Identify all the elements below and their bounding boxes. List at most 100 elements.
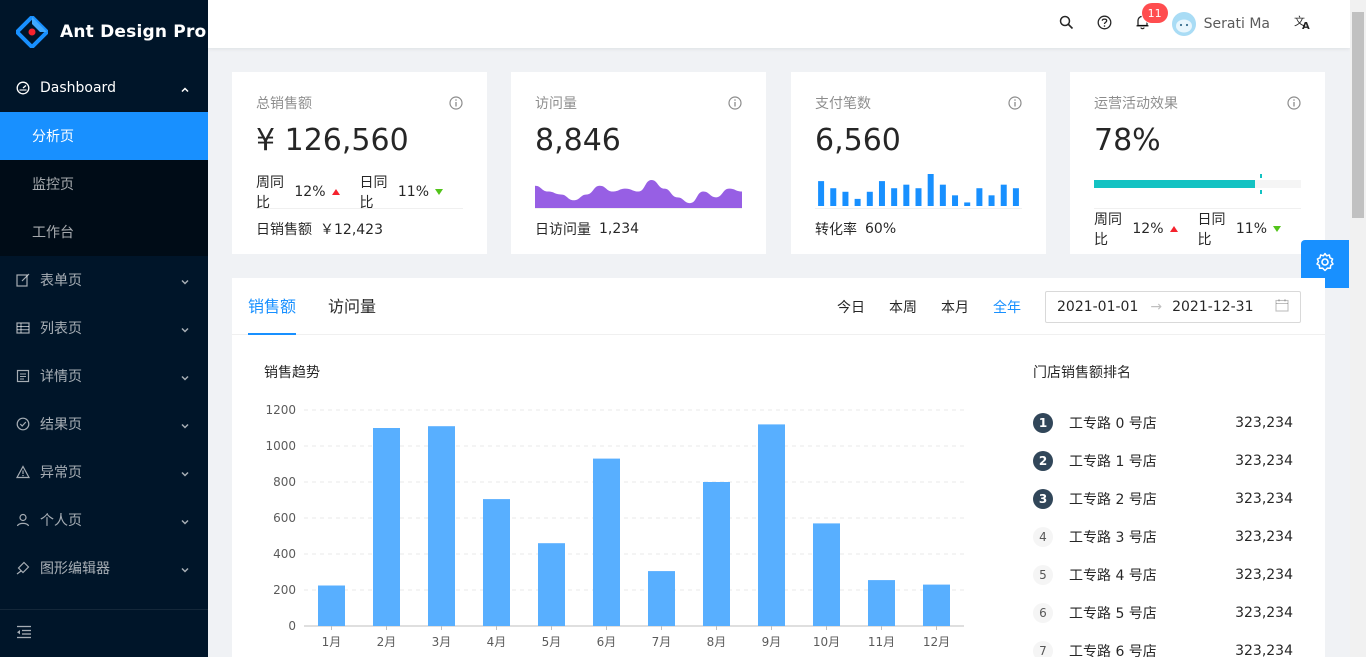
info-circle-icon[interactable] — [1008, 96, 1022, 110]
x-tick-label: 5月 — [542, 635, 562, 649]
rank-number: 5 — [1033, 565, 1053, 585]
x-tick-label: 6月 — [597, 635, 617, 649]
menu-result[interactable]: 结果页 — [0, 400, 208, 448]
rank-store-value: 323,234 — [1235, 605, 1293, 621]
visits-title: 访问量 — [535, 96, 577, 112]
x-tick-label: 2月 — [377, 635, 397, 649]
logo[interactable]: Ant Design Pro — [0, 0, 208, 64]
svg-text:A: A — [1302, 21, 1310, 30]
sales-bar[interactable] — [593, 458, 620, 626]
total-sales-card: 总销售额 ¥ 126,560 周同比 12% 日同比 11% 日销售额 ￥12,423 — [232, 72, 487, 254]
chevron-down-icon — [180, 371, 190, 381]
y-tick-label: 800 — [273, 475, 296, 489]
menu-list[interactable]: 列表页 — [0, 304, 208, 352]
range-today[interactable]: 今日 — [837, 297, 865, 317]
rank-store-name: 工专路 0 号店 — [1069, 416, 1157, 432]
date-start[interactable]: 2021-01-01 — [1057, 299, 1138, 315]
info-circle-icon[interactable] — [728, 96, 742, 110]
avatar — [1171, 12, 1196, 36]
rank-store-name: 工专路 1 号店 — [1069, 454, 1157, 470]
rank-item: 1 工专路 0 号店 323,234 — [1033, 404, 1293, 442]
payments-bar — [854, 198, 861, 206]
conversion-label: 转化率 — [815, 221, 857, 238]
notification-badge: 11 — [1141, 3, 1168, 23]
total-sales-trends: 周同比 12% 日同比 11% — [256, 162, 463, 211]
x-tick-label: 4月 — [487, 635, 507, 649]
range-year[interactable]: 全年 — [993, 297, 1021, 317]
user-name: Serati Ma — [1203, 16, 1270, 32]
rank-store-name: 工专路 6 号店 — [1069, 644, 1157, 657]
info-circle-icon[interactable] — [449, 96, 463, 110]
sales-bar[interactable] — [373, 428, 400, 626]
tab-sales[interactable]: 销售额 — [248, 278, 296, 335]
conversion-value: 60% — [865, 220, 897, 237]
payments-bar — [964, 202, 971, 206]
menu-dashboard[interactable]: Dashboard — [0, 64, 208, 112]
sales-bar[interactable] — [483, 499, 510, 626]
sales-bar[interactable] — [648, 571, 675, 626]
language-button[interactable]: 文A — [1284, 0, 1322, 48]
menu-editor[interactable]: 图形编辑器 — [0, 544, 208, 592]
search-button[interactable] — [1048, 0, 1086, 48]
rank-store-name: 工专路 2 号店 — [1069, 492, 1157, 508]
payments-bar — [952, 195, 959, 206]
tab-visits[interactable]: 访问量 — [328, 278, 376, 335]
check-circle-icon — [16, 417, 30, 431]
day-trend-value: 11% — [397, 184, 429, 200]
menu-analysis[interactable]: 分析页 — [0, 112, 208, 160]
payments-title: 支付笔数 — [815, 96, 871, 112]
range-week[interactable]: 本周 — [889, 297, 917, 317]
sales-trend-title: 销售趋势 — [264, 365, 320, 381]
rank-store-value: 323,234 — [1235, 643, 1293, 657]
sidebar: Ant Design Pro Dashboard 分析页 监控页 工作台 表单页… — [0, 0, 208, 657]
rank-number: 4 — [1033, 527, 1053, 547]
ranking-list: 1 工专路 0 号店 323,234 2 工专路 1 号店 323,234 3 工专路 2 号… — [1033, 404, 1293, 657]
menu-monitor[interactable]: 监控页 — [0, 160, 208, 208]
sales-bar[interactable] — [923, 584, 950, 626]
rank-item: 4 工专路 3 号店 323,234 — [1033, 518, 1293, 556]
payments-bar — [830, 188, 837, 206]
menu-form[interactable]: 表单页 — [0, 256, 208, 304]
date-end[interactable]: 2021-12-31 — [1172, 299, 1253, 315]
collapse-sidebar-button[interactable] — [0, 609, 208, 657]
week-trend-value: 12% — [294, 184, 326, 200]
sales-bar[interactable] — [703, 482, 730, 626]
user-menu[interactable]: Serati Ma — [1171, 12, 1270, 36]
y-tick-label: 200 — [273, 583, 296, 597]
x-tick-label: 10月 — [813, 635, 840, 649]
week-trend: 周同比 12% — [256, 172, 340, 212]
chevron-down-icon — [180, 419, 190, 429]
app-title: Ant Design Pro — [60, 22, 207, 42]
total-sales-value: ¥ 126,560 — [256, 123, 409, 158]
sales-bar[interactable] — [318, 585, 345, 627]
sales-bar[interactable] — [428, 426, 455, 626]
x-tick-label: 9月 — [762, 635, 782, 649]
rank-store-name: 工专路 4 号店 — [1069, 568, 1157, 584]
payments-value: 6,560 — [815, 123, 901, 158]
menu-account[interactable]: 个人页 — [0, 496, 208, 544]
sales-bar[interactable] — [813, 523, 840, 626]
scrollbar-thumb[interactable] — [1352, 12, 1364, 218]
page-scrollbar[interactable] — [1350, 0, 1366, 657]
rank-item: 5 工专路 4 号店 323,234 — [1033, 556, 1293, 594]
info-circle-icon[interactable] — [1287, 96, 1301, 110]
notification-button[interactable]: 11 — [1124, 0, 1168, 48]
menu-profile[interactable]: 详情页 — [0, 352, 208, 400]
y-tick-label: 0 — [288, 619, 296, 633]
range-month[interactable]: 本月 — [941, 297, 969, 317]
visits-card: 访问量 8,846 日访问量 1,234 — [511, 72, 766, 254]
date-range-picker[interactable]: 2021-01-01 → 2021-12-31 — [1045, 291, 1301, 323]
rank-number: 6 — [1033, 603, 1053, 623]
translation-icon: 文A — [1294, 14, 1312, 34]
rank-number: 7 — [1033, 641, 1053, 657]
help-button[interactable] — [1086, 0, 1124, 48]
profile-icon — [16, 369, 30, 383]
sales-bar[interactable] — [538, 543, 565, 626]
menu-exception-label: 异常页 — [40, 465, 82, 481]
sales-bar[interactable] — [868, 580, 895, 626]
chevron-down-icon — [180, 275, 190, 285]
payments-bar — [927, 174, 934, 206]
menu-exception[interactable]: 异常页 — [0, 448, 208, 496]
sales-bar[interactable] — [758, 424, 785, 626]
menu-workplace[interactable]: 工作台 — [0, 208, 208, 256]
